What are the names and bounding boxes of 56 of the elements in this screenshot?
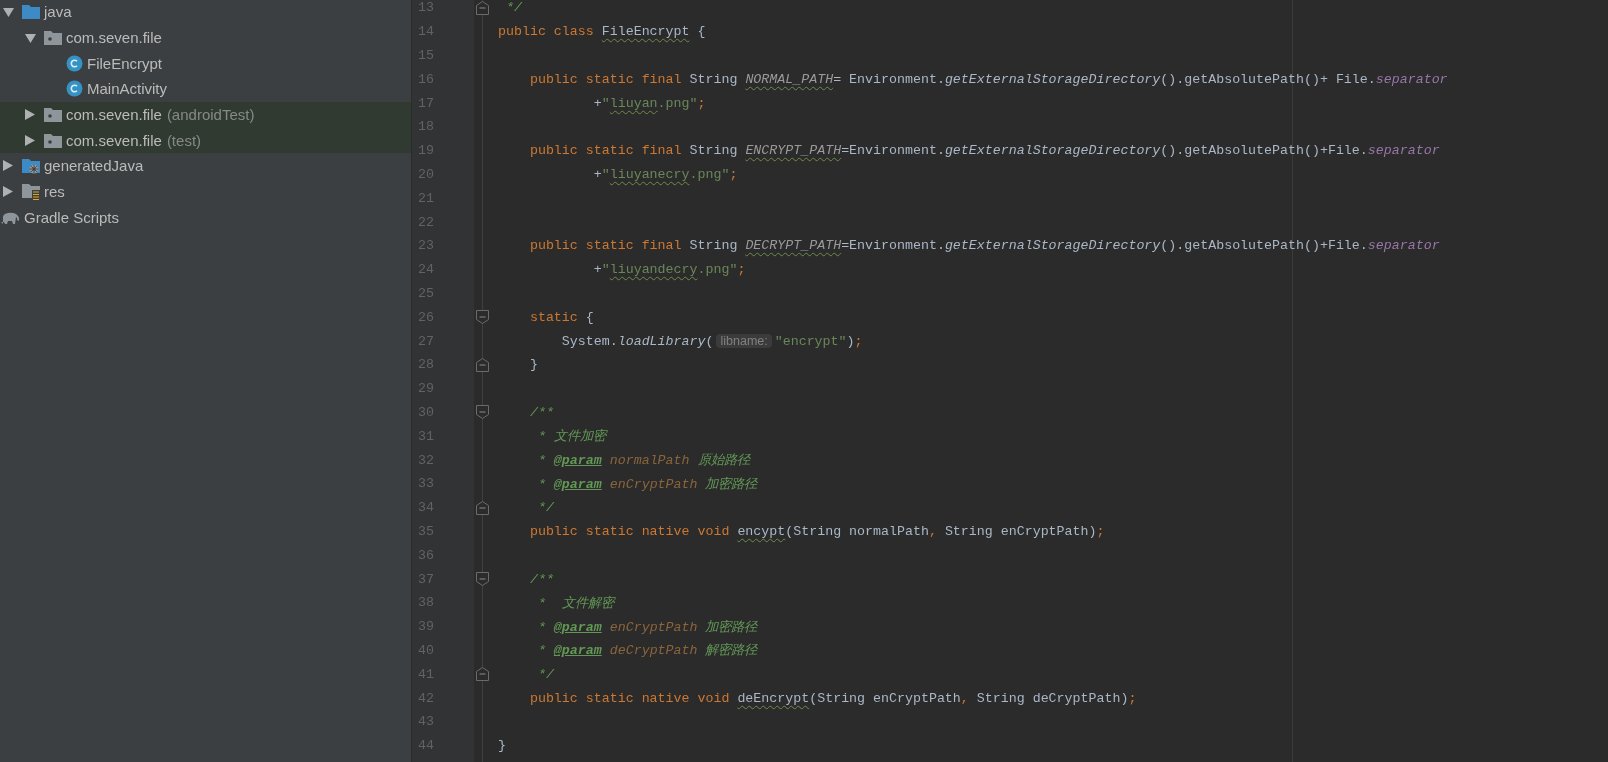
tree-item[interactable]: java [44,3,72,21]
fold-marker-icon[interactable] [476,667,489,682]
code-line: */ [504,0,522,16]
tree-item[interactable]: res [44,183,65,201]
code-line: */ [536,666,554,682]
triangle-right-icon[interactable] [25,109,35,121]
tree-item[interactable]: com.seven.file [66,106,162,124]
tree-item[interactable]: Gradle Scripts [24,208,120,226]
tree-item[interactable]: FileEncrypt [87,54,163,72]
code-line: System.loadLibrary( libname: "encrypt"); [560,333,863,349]
tree-item[interactable]: generatedJava [44,157,144,175]
class-icon [66,54,83,72]
code-line: /** [528,404,554,420]
code-line: public static final String NORMAL_PATH= Environment.getExternalStorageDirectory().getAbsolutePath()+ File.separator [528,71,1448,87]
class-icon [66,80,83,98]
code-line: * @param normalPath 原始路径 [536,452,750,470]
tree-item[interactable]: MainActivity [87,80,168,98]
fold-marker-icon[interactable] [476,500,489,515]
code-line: * 文件解密 [536,594,614,612]
fold-marker-icon[interactable] [476,310,489,325]
code-line: +"liuyanecry.png"; [592,166,738,182]
code-line: public static native void encypt(String normalPath, String enCryptPath); [528,523,1105,539]
code-line: * @param deCryptPath 解密路径 [536,642,758,660]
fold-marker-icon[interactable] [476,0,489,15]
code-line: +"liuyan.png"; [592,95,706,111]
fold-marker-icon[interactable] [476,572,489,586]
code-line: * @param enCryptPath 加密路径 [536,618,758,636]
code-line: /** [528,571,554,587]
code-line: */ [536,500,554,516]
code-line: public static final String DECRYPT_PATH=Environment.getExternalStorageDirectory().getAbsolutePath()+File.separator [528,238,1440,254]
fold-marker-icon[interactable] [476,357,489,372]
folder-icon [22,4,40,20]
code-line: * 文件加密 [536,428,606,446]
triangle-right-icon[interactable] [25,134,35,146]
package-folder-icon [44,132,62,148]
package-folder-icon [44,30,62,46]
source-set-label: (test) [166,131,202,149]
code-line: public static final String ENCRYPT_PATH=Environment.getExternalStorageDirectory().getAbsolutePath()+File.separator [528,143,1440,159]
code-line: } [497,738,506,754]
gear-folder-icon [22,157,40,174]
code-line: +"liuyandecry.png"; [592,262,746,278]
tree-item[interactable]: com.seven.file [66,29,162,47]
code-line: public class FileEncrypt { [497,24,706,40]
resource-folder-icon [22,183,40,201]
triangle-down-icon[interactable] [2,6,14,17]
source-set-label: (androidTest) [166,106,255,124]
triangle-right-icon[interactable] [3,160,13,172]
fold-marker-icon[interactable] [476,405,489,420]
code-line: static { [528,309,594,325]
code-line: public static native void deEncrypt(String enCryptPath, String deCryptPath); [528,690,1137,706]
code-line: } [528,357,538,373]
code-line: * @param enCryptPath 加密路径 [536,475,758,493]
triangle-right-icon[interactable] [3,186,13,198]
tree-item[interactable]: com.seven.file [66,131,162,149]
triangle-down-icon[interactable] [24,32,36,43]
package-folder-icon [44,107,62,123]
